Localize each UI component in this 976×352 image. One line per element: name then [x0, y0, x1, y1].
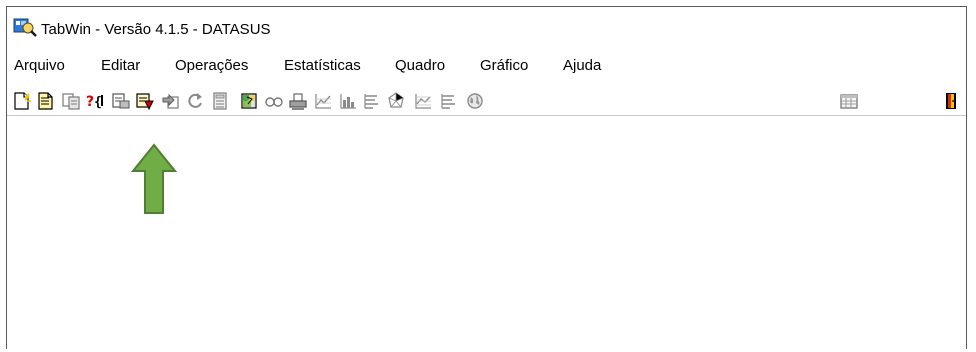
menu-bar: Arquivo Editar Operações Estatísticas Qu…	[7, 55, 966, 79]
window-title: TabWin - Versão 4.1.5 - DATASUS	[41, 21, 271, 38]
tabwin-app-icon	[13, 17, 37, 37]
spreadsheet-icon[interactable]	[839, 91, 859, 111]
refresh-icon[interactable]	[185, 91, 205, 111]
list-2-icon[interactable]	[438, 91, 458, 111]
svg-text:{: {	[94, 95, 102, 110]
open-document-icon[interactable]	[36, 91, 56, 111]
menu-quadro[interactable]: Quadro	[395, 57, 445, 74]
print-preview-icon[interactable]	[111, 91, 131, 111]
import-icon[interactable]	[161, 91, 181, 111]
menu-arquivo[interactable]: Arquivo	[14, 57, 65, 74]
radar-chart-icon[interactable]	[386, 91, 406, 111]
map-icon[interactable]	[239, 91, 259, 111]
toolbar: ? {	[7, 85, 966, 116]
list-icon[interactable]	[361, 91, 381, 111]
title-bar: TabWin - Versão 4.1.5 - DATASUS	[7, 7, 966, 43]
bar-chart-icon[interactable]	[338, 91, 358, 111]
execute-table-icon[interactable]	[135, 91, 155, 111]
help-query-icon[interactable]: ? {	[85, 91, 105, 111]
menu-operacoes[interactable]: Operações	[175, 57, 248, 74]
new-document-icon[interactable]	[12, 91, 32, 111]
chart-icon[interactable]	[313, 91, 333, 111]
svg-text:?: ?	[86, 94, 94, 110]
menu-grafico[interactable]: Gráfico	[480, 57, 528, 74]
calculator-icon[interactable]	[210, 91, 230, 111]
glasses-icon[interactable]	[264, 91, 284, 111]
menu-ajuda[interactable]: Ajuda	[563, 57, 601, 74]
exit-door-icon[interactable]	[941, 91, 961, 111]
annotation-up-arrow	[130, 143, 178, 215]
menu-editar[interactable]: Editar	[101, 57, 140, 74]
menu-estatisticas[interactable]: Estatísticas	[284, 57, 361, 74]
copy-document-icon[interactable]	[61, 91, 81, 111]
tabwin-window: TabWin - Versão 4.1.5 - DATASUS Arquivo …	[6, 6, 967, 349]
line-chart-icon[interactable]	[413, 91, 433, 111]
printer-icon[interactable]	[288, 91, 308, 111]
globe-icon[interactable]	[465, 91, 485, 111]
